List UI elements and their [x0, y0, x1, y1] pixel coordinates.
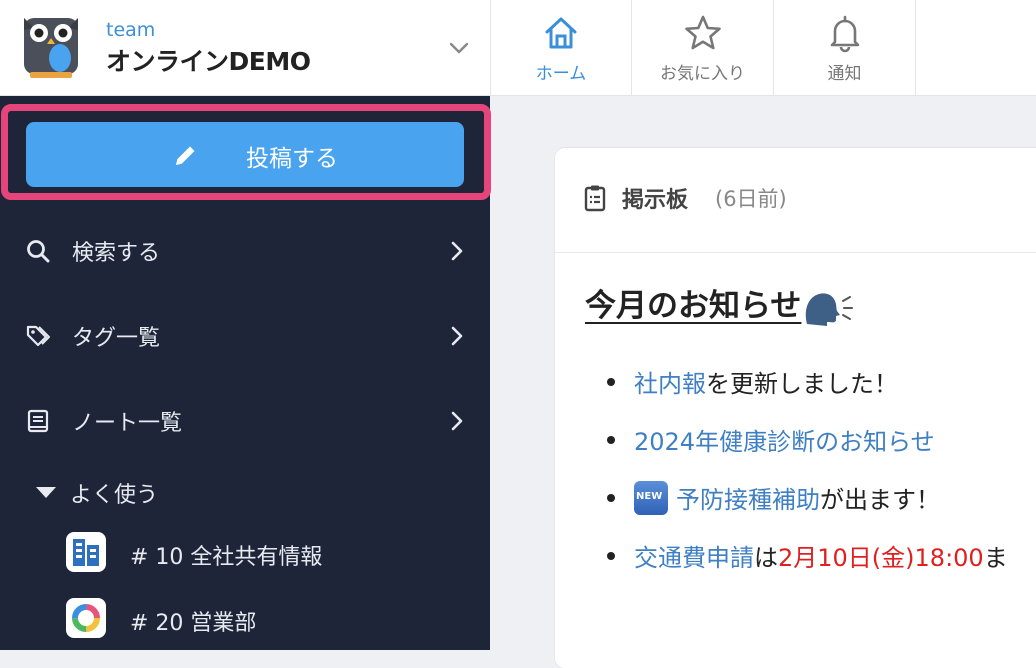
team-label: team	[106, 19, 156, 41]
new-badge-label: NEW	[636, 491, 663, 502]
announcement-link[interactable]: 社内報	[634, 370, 706, 398]
announcement-text: を更新しました！	[706, 370, 898, 398]
section-frequently-used-label: よく使う	[70, 483, 159, 508]
post-card-header[interactable]: 掲示板 (6日前)	[555, 148, 1036, 253]
sidebar-item-notes[interactable]: ノート一覧	[0, 386, 490, 456]
tab-home-label: ホーム	[535, 64, 587, 84]
post-title: 今月のお知らせ	[585, 280, 855, 328]
caret-down-icon	[36, 487, 56, 498]
announcement-text: は	[754, 544, 778, 572]
star-icon	[684, 15, 721, 50]
owl-logo-icon	[24, 18, 78, 78]
sidebar-item-search-label: 検索する	[72, 241, 161, 266]
announcement-link[interactable]: 交通費申請	[634, 544, 754, 572]
search-icon	[27, 240, 50, 263]
channel-item[interactable]: # 10 全社共有情報	[66, 532, 486, 576]
notebook-icon	[27, 409, 49, 433]
channel-item-label: # 10 全社共有情報	[130, 545, 323, 570]
announcement-text: ま	[983, 544, 1008, 572]
tab-favorites[interactable]: お気に入り	[632, 0, 774, 96]
deadline-text: 2月10日(金)18:00	[778, 544, 984, 572]
team-name: オンラインDEMO	[106, 47, 311, 76]
sidebar-item-notes-label: ノート一覧	[72, 411, 183, 436]
post-time: (6日前)	[715, 187, 787, 211]
tab-notifications[interactable]: 通知	[774, 0, 916, 96]
chevron-right-icon	[451, 411, 463, 431]
post-card: 掲示板 (6日前) 今月のお知らせ 社内報を更新しました！ 2024年健康診断の…	[555, 148, 1036, 668]
home-icon	[545, 17, 577, 49]
sidebar-item-tags[interactable]: タグ一覧	[0, 301, 490, 371]
announcement-link[interactable]: 2024年健康診断のお知らせ	[634, 428, 935, 456]
sidebar-item-search[interactable]: 検索する	[0, 216, 490, 286]
top-nav: ホーム お気に入り 通知	[490, 0, 1036, 96]
announcement-text: が出ます！	[820, 486, 940, 514]
chevron-down-icon[interactable]	[447, 36, 471, 60]
chevron-right-icon	[451, 241, 463, 261]
team-header[interactable]: team オンラインDEMO	[0, 0, 490, 96]
tab-notifications-label: 通知	[827, 64, 862, 84]
sidebar-item-tags-label: タグ一覧	[72, 326, 161, 351]
clipboard-icon	[584, 185, 606, 212]
speaking-head-icon	[806, 292, 854, 326]
channel-item-label: # 20 営業部	[130, 611, 257, 636]
announcement-link[interactable]: 予防接種補助	[676, 486, 820, 514]
building-icon	[66, 532, 106, 572]
search-highlight-frame	[1, 104, 491, 200]
channel-item[interactable]: # 20 営業部	[66, 598, 486, 642]
post-title-text: 今月のお知らせ	[585, 288, 802, 324]
chevron-right-icon	[451, 326, 463, 346]
board-label: 掲示板	[622, 188, 689, 213]
bell-icon	[830, 15, 859, 53]
tag-icon	[26, 325, 50, 347]
ring-chart-icon	[66, 598, 106, 638]
new-badge-icon: NEW	[634, 481, 668, 515]
tab-home[interactable]: ホーム	[490, 0, 632, 96]
tab-favorites-label: お気に入り	[660, 64, 745, 84]
